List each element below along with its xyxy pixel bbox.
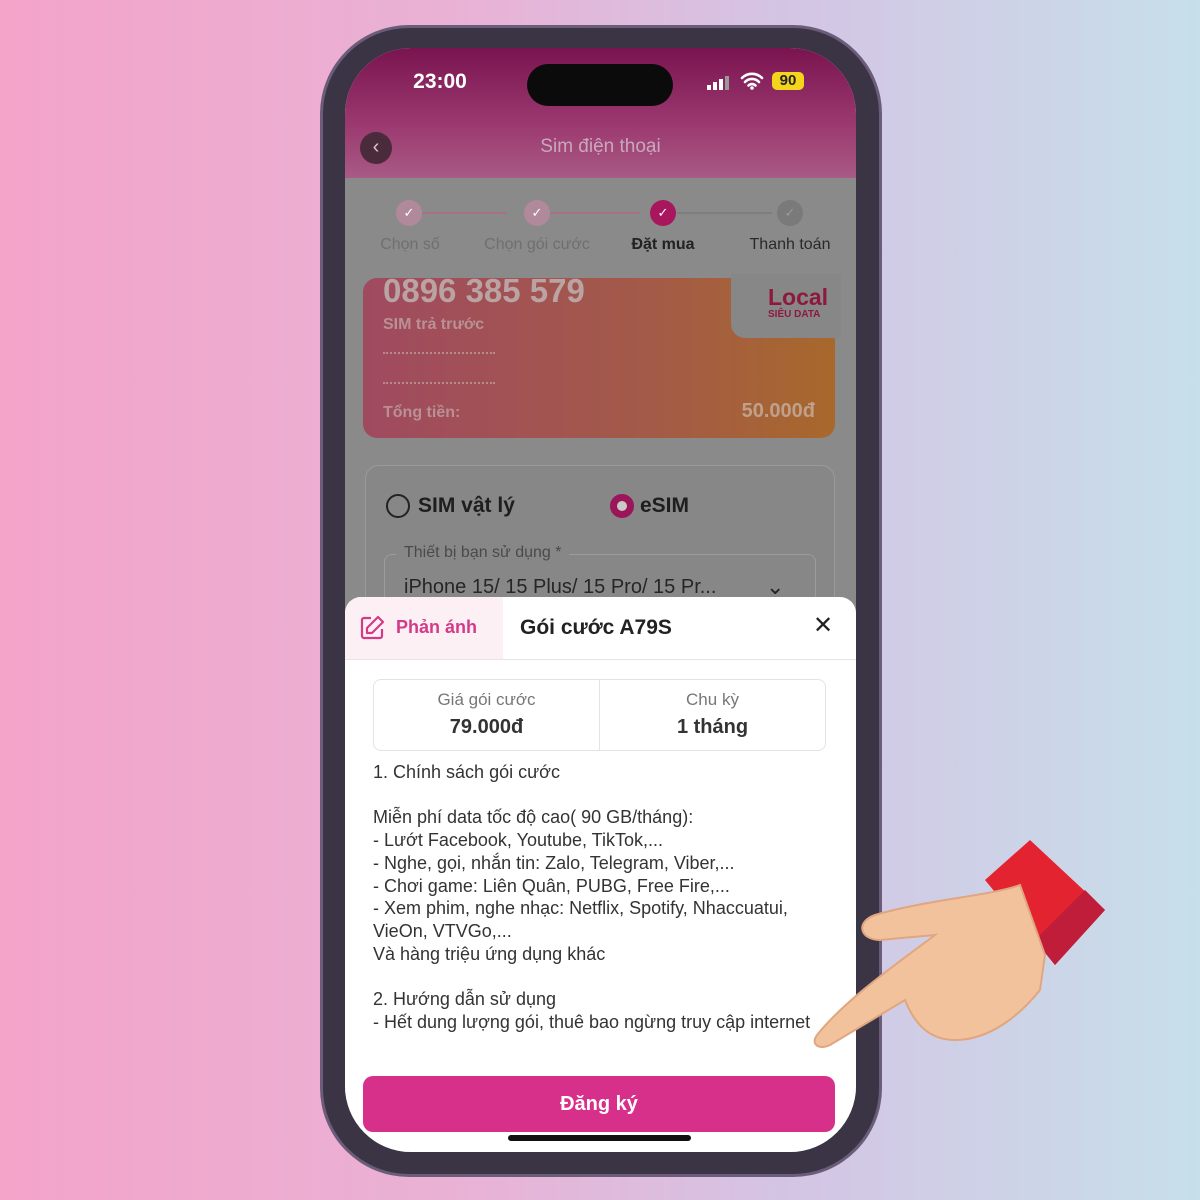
back-button[interactable]: ‹ [360, 132, 392, 164]
step-label: Chọn số [380, 236, 440, 253]
page-title: Sim điện thoại [540, 136, 661, 157]
total-value: 50.000đ [741, 400, 815, 422]
sheet-title: Gói cước A79S [520, 616, 672, 639]
device-value: iPhone 15/ 15 Plus/ 15 Pro/ 15 Pr... [404, 576, 717, 598]
divider [383, 352, 495, 354]
device-label: Thiết bị bạn sử dụng * [396, 544, 570, 562]
divider [345, 659, 856, 660]
pointing-hand-icon [805, 840, 1115, 1065]
divider [383, 382, 495, 384]
status-time: 23:00 [413, 70, 467, 93]
wifi-icon [740, 72, 764, 95]
register-button[interactable]: Đăng ký [363, 1076, 835, 1132]
step-label: Thanh toán [749, 236, 831, 253]
step-label: Chọn gói cước [484, 236, 590, 253]
cycle-label: Chu kỳ [686, 690, 739, 709]
home-indicator [508, 1135, 691, 1141]
package-bottom-sheet: Phản ánh Gói cước A79S ✕ Giá gói cước 79… [345, 597, 856, 1152]
radio-label: SIM vật lý [418, 494, 515, 517]
cycle-value: 1 tháng [676, 716, 749, 738]
price-cell: Giá gói cước 79.000đ [374, 680, 600, 750]
step-1-check-icon: ✓ [396, 200, 422, 226]
sim-type: SIM trả trước [383, 316, 485, 333]
brand-logo: Local [768, 284, 829, 310]
cycle-cell: Chu kỳ 1 tháng [600, 680, 825, 750]
total-label: Tổng tiền: [383, 404, 461, 421]
sim-card: 0896 385 579 SIM trả trước Tổng tiền: 50… [363, 272, 841, 438]
feedback-label: Phản ánh [396, 617, 478, 637]
stepper-line [550, 212, 640, 214]
stepper-line [422, 212, 507, 214]
feedback-button[interactable]: Phản ánh [345, 597, 503, 659]
signal-icon [707, 76, 731, 95]
step-4-check-icon: ✓ [777, 200, 803, 226]
step-label: Đặt mua [631, 236, 695, 253]
package-description: 1. Chính sách gói cước Miễn phí data tốc… [373, 762, 811, 1032]
phone-number: 0896 385 579 [383, 272, 585, 309]
brand-sub: SIÊU DATA [768, 309, 821, 320]
edit-icon [359, 615, 385, 646]
package-info-box: Giá gói cước 79.000đ Chu kỳ 1 tháng [373, 679, 826, 751]
price-value: 79.000đ [449, 716, 524, 738]
battery-indicator: 90 [772, 72, 804, 90]
price-label: Giá gói cước [437, 690, 536, 709]
radio-physical-sim[interactable] [386, 494, 410, 518]
radio-esim[interactable] [610, 494, 634, 518]
step-2-check-icon: ✓ [524, 200, 550, 226]
phone-screen: 23:00 90 ‹ Sim điện thoại ✓ ✓ ✓ ✓ Chọn s… [345, 48, 856, 1152]
close-icon[interactable]: ✕ [813, 611, 833, 640]
step-3-check-icon: ✓ [650, 200, 676, 226]
radio-label: eSIM [640, 494, 690, 517]
stepper-line [677, 212, 772, 214]
dynamic-island [527, 64, 673, 106]
